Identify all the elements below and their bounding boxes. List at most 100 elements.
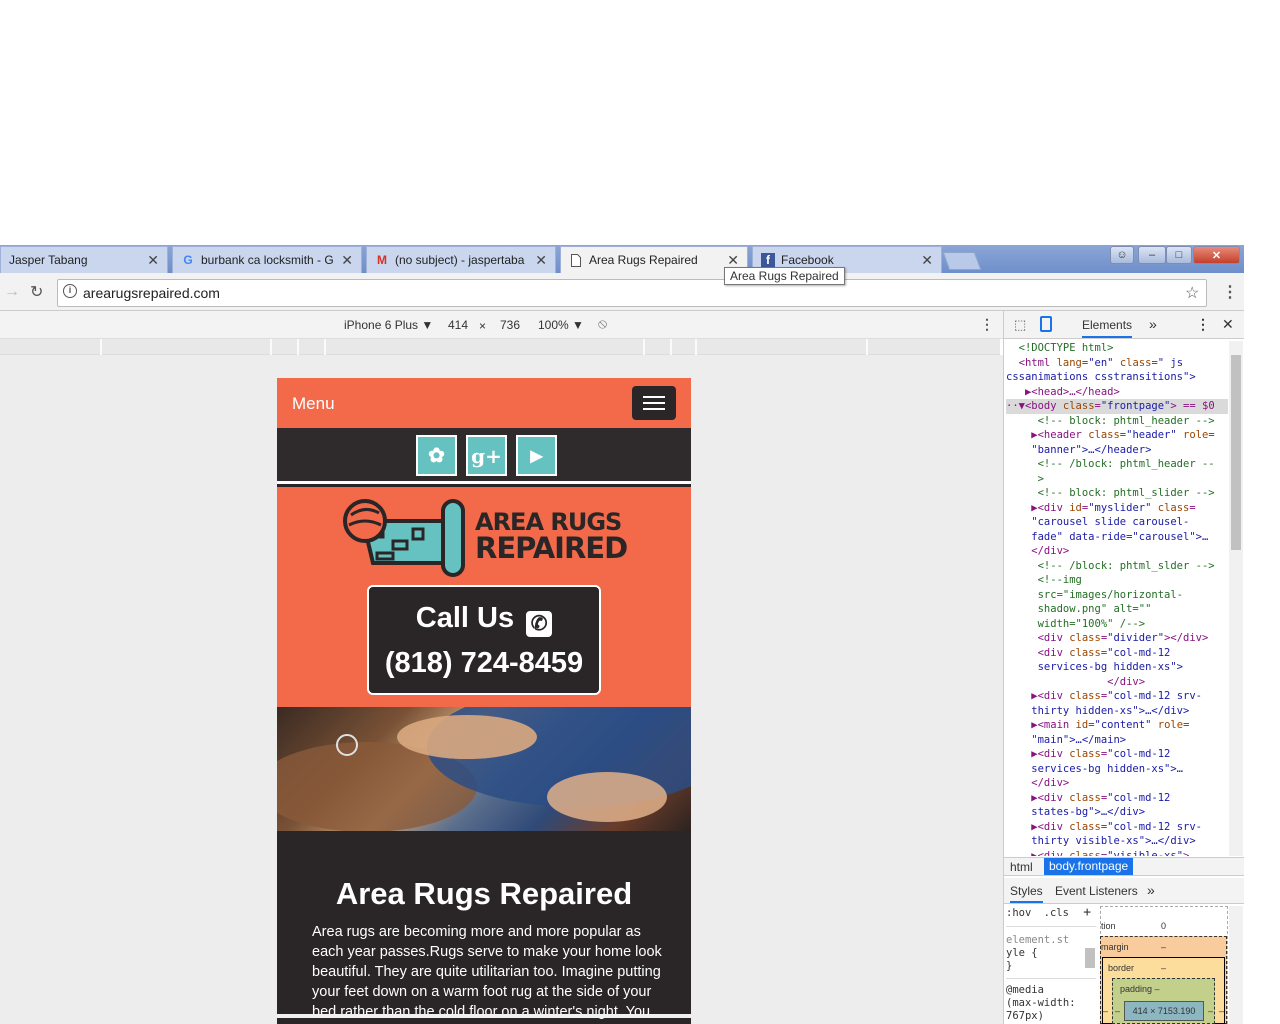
new-tab-button[interactable] [942, 252, 982, 270]
reload-icon[interactable]: ↻ [30, 282, 43, 302]
dom-node[interactable]: shadow.png" alt="" [1006, 602, 1228, 617]
dom-node[interactable]: <!-- block: phtml_slider --> [1006, 486, 1228, 501]
height-input[interactable]: 736 [500, 318, 520, 332]
intro-paragraph: Area rugs are becoming more and more pop… [312, 924, 662, 1020]
styles-pane-scrollbar[interactable] [1229, 906, 1243, 1024]
devtools-close-icon[interactable]: ✕ [1222, 316, 1234, 333]
breadcrumb-html[interactable]: html [1010, 860, 1033, 874]
device-more-icon[interactable]: ⋮ [980, 316, 994, 333]
width-input[interactable]: 414 [448, 318, 468, 332]
close-icon[interactable]: ✕ [535, 252, 547, 269]
dom-node[interactable]: <!-- block: phtml_header --> [1006, 414, 1228, 429]
styles-pane[interactable]: :hov .cls + element.st yle { } @media (m… [1006, 906, 1096, 1023]
google-plus-icon[interactable]: g+ [466, 435, 507, 476]
dom-tree[interactable]: <!DOCTYPE html> <html lang="en" class=" … [1006, 341, 1228, 856]
tab-area-rugs[interactable]: Area Rugs Repaired ✕ [560, 246, 748, 273]
social-bar: ✿ g+ ▶ [277, 428, 691, 484]
breadcrumb-body[interactable]: body.frontpage [1044, 858, 1134, 875]
device-mode-icon[interactable] [1040, 316, 1052, 332]
add-rule-icon[interactable]: + [1083, 905, 1091, 920]
dom-breadcrumb: html body.frontpage [1004, 857, 1244, 876]
device-select[interactable]: iPhone 6 Plus ▼ [344, 318, 433, 332]
star-icon[interactable]: ☆ [1185, 283, 1199, 303]
call-us-button[interactable]: Call Us ✆ (818) 724-8459 [367, 585, 601, 695]
dom-node[interactable]: thirty visible-xs">…</div> [1006, 834, 1228, 849]
dom-node[interactable]: src="images/horizontal- [1006, 588, 1228, 603]
tab-event-listeners[interactable]: Event Listeners [1055, 884, 1138, 898]
ruler-divider [695, 339, 697, 355]
dom-node[interactable]: ▶<div class="col-md-12 [1006, 791, 1228, 806]
dom-node[interactable]: states-bg">…</div> [1006, 805, 1228, 820]
menu-label[interactable]: Menu [292, 394, 335, 414]
scrollbar-thumb[interactable] [1231, 355, 1241, 550]
dom-node[interactable]: ▶<main id="content" role= [1006, 718, 1228, 733]
dom-node[interactable]: ▶<div class="visible-xs"> [1006, 849, 1228, 857]
more-tabs-icon[interactable]: » [1149, 316, 1157, 332]
cls-toggle[interactable]: .cls [1044, 907, 1069, 919]
dom-node[interactable]: ▶<header class="header" role= [1006, 428, 1228, 443]
dom-node[interactable]: <div class="divider"></div> [1006, 631, 1228, 646]
dom-node[interactable]: > [1006, 472, 1228, 487]
forward-icon[interactable]: → [4, 283, 20, 301]
dom-node[interactable]: "banner">…</header> [1006, 443, 1228, 458]
hamburger-menu-button[interactable] [632, 386, 676, 420]
dom-node[interactable]: <!-- /block: phtml_slder --> [1006, 559, 1228, 574]
dom-node[interactable]: fade" data-ride="carousel">… [1006, 530, 1228, 545]
style-line: @media [1006, 984, 1044, 996]
dom-node[interactable]: services-bg hidden-xs"> [1006, 660, 1228, 675]
dom-node[interactable]: "main">…</main> [1006, 733, 1228, 748]
tab-gmail[interactable]: M (no subject) - jaspertaba ✕ [366, 246, 556, 273]
phone-number[interactable]: (818) 724-8459 [369, 647, 599, 680]
more-styles-tabs-icon[interactable]: » [1147, 882, 1155, 898]
dom-node[interactable]: <!--img [1006, 573, 1228, 588]
dom-node[interactable]: services-bg hidden-xs">… [1006, 762, 1228, 777]
dom-node[interactable]: width="100%" /--> [1006, 617, 1228, 632]
inspect-icon[interactable]: ⬚ [1014, 317, 1026, 333]
more-menu-icon[interactable]: ⋮ [1222, 282, 1238, 302]
dom-node[interactable]: </div> [1006, 675, 1228, 690]
close-icon[interactable]: ✕ [147, 252, 159, 269]
user-icon[interactable]: ☺ [1110, 246, 1134, 264]
margin-label: margin [1101, 942, 1129, 952]
dom-node[interactable]: </div> [1006, 776, 1228, 791]
zoom-select[interactable]: 100% ▼ [538, 318, 584, 332]
youtube-icon[interactable]: ▶ [516, 435, 557, 476]
dom-node-selected[interactable]: ··▼<body class="frontpage"> == $0 [1006, 399, 1228, 414]
padding-label: padding – [1120, 984, 1160, 994]
address-bar[interactable] [57, 279, 1207, 307]
dom-node[interactable]: <html lang="en" class=" js [1006, 356, 1228, 371]
style-line: 767px) [1006, 1010, 1044, 1022]
page-icon [569, 253, 583, 267]
close-icon[interactable]: ✕ [921, 252, 933, 269]
tab-elements[interactable]: Elements [1082, 318, 1133, 338]
styles-scroll-thumb[interactable] [1085, 948, 1095, 968]
tab-google[interactable]: G burbank ca locksmith - G ✕ [172, 246, 362, 273]
dom-node[interactable]: ▶<div class="col-md-12 srv- [1006, 689, 1228, 704]
dom-node[interactable]: </div> [1006, 544, 1228, 559]
tab-tooltip: Area Rugs Repaired [724, 267, 845, 285]
dom-node[interactable]: ▶<div class="col-md-12 [1006, 747, 1228, 762]
minimize-button[interactable]: – [1138, 246, 1166, 264]
info-icon[interactable]: i [63, 284, 77, 298]
rug-repair-photo [277, 707, 691, 831]
tab-jasper[interactable]: Jasper Tabang ✕ [0, 246, 168, 273]
devtools-menu-icon[interactable]: ⋮ [1196, 316, 1210, 333]
dom-node[interactable]: "carousel slide carousel- [1006, 515, 1228, 530]
dom-node[interactable]: cssanimations csstransitions"> [1006, 370, 1228, 385]
dom-node[interactable]: <div class="col-md-12 [1006, 646, 1228, 661]
tab-styles[interactable]: Styles [1010, 884, 1043, 903]
dom-node[interactable]: <!-- /block: phtml_header -- [1006, 457, 1228, 472]
dom-node[interactable]: thirty hidden-xs">…</div> [1006, 704, 1228, 719]
rotate-icon[interactable]: ⦸ [598, 315, 607, 332]
dom-node[interactable]: ▶<div class="col-md-12 srv- [1006, 820, 1228, 835]
window-close-button[interactable]: ✕ [1193, 246, 1240, 264]
close-icon[interactable]: ✕ [341, 252, 353, 269]
hov-toggle[interactable]: :hov [1006, 907, 1031, 919]
device-toolbar: iPhone 6 Plus ▼ 414 × 736 100% ▼ ⦸ ⋮ [0, 311, 1003, 339]
dom-node[interactable]: ▶<div id="myslider" class= [1006, 501, 1228, 516]
dom-node[interactable]: ▶<head>…</head> [1006, 385, 1228, 400]
dom-node[interactable]: <!DOCTYPE html> [1006, 341, 1228, 356]
styles-tab-bar: Styles Event Listeners » [1004, 878, 1244, 904]
maximize-button[interactable]: □ [1166, 246, 1192, 264]
yelp-icon[interactable]: ✿ [416, 435, 457, 476]
